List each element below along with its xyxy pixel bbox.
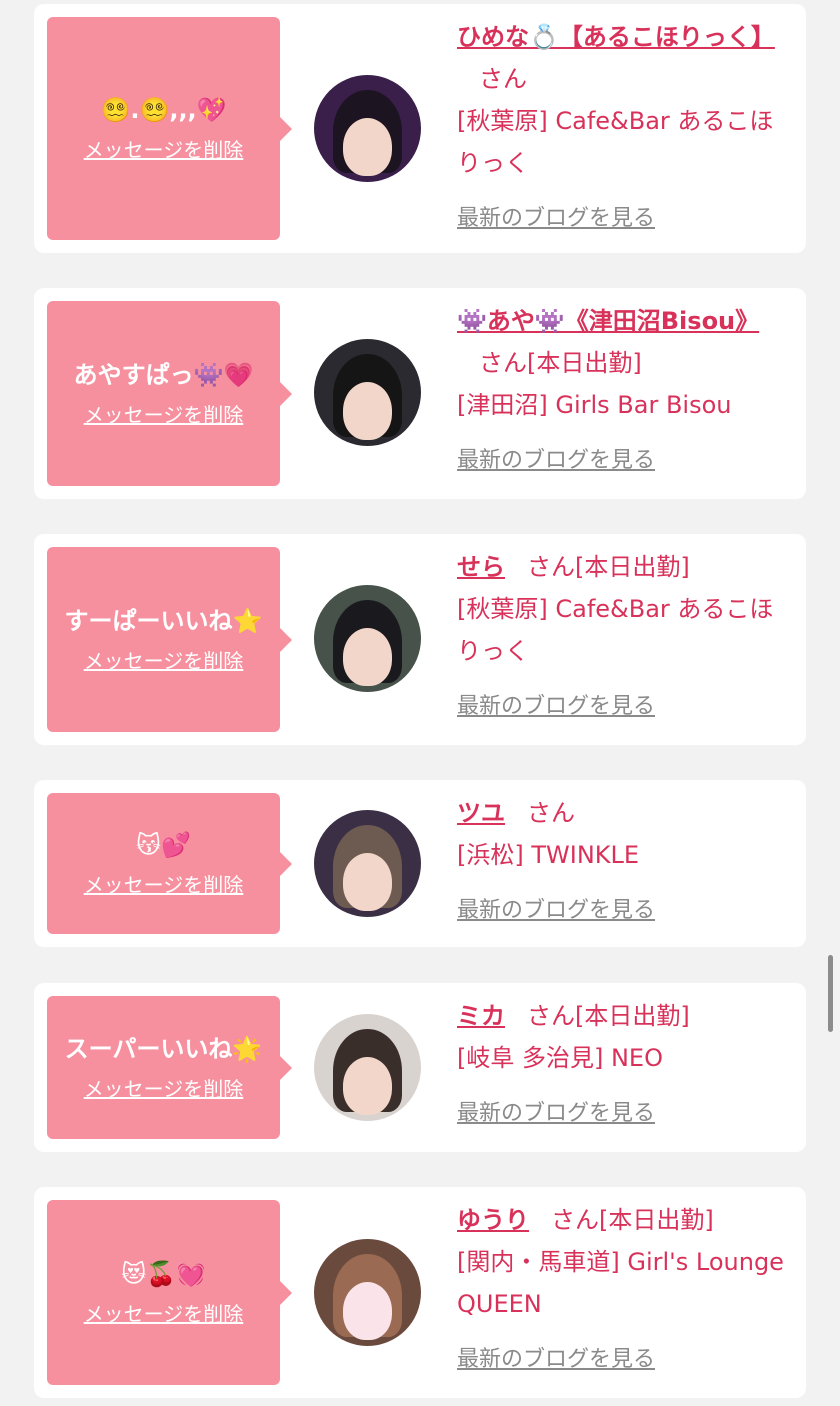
- delete-message-link[interactable]: メッセージを削除: [84, 399, 244, 428]
- message-text: 😽💕: [136, 831, 191, 859]
- delete-message-link[interactable]: メッセージを削除: [84, 1073, 244, 1102]
- shop-name: [関内・馬車道] Girl's Lounge QUEEN: [457, 1248, 784, 1318]
- avatar[interactable]: [314, 1014, 421, 1121]
- san-label: さん: [479, 65, 527, 93]
- delete-message-link[interactable]: メッセージを削除: [84, 134, 244, 163]
- message-card: 😽💕 メッセージを削除 ツユ さん [浜松] TWINKLE 最新のブログを見る: [34, 780, 806, 947]
- delete-message-link[interactable]: メッセージを削除: [84, 1298, 244, 1327]
- attendance-status: [本日出勤]: [599, 1206, 714, 1234]
- shop-name: [秋葉原] Cafe&Bar あるこほりっく: [457, 107, 774, 177]
- shop-name: [岐阜 多治見] NEO: [457, 1044, 663, 1072]
- message-card: あやすぱっ👾💗 メッセージを削除 👾あや👾《津田沼Bisou》さん[本日出勤] …: [34, 288, 806, 499]
- latest-blog-link[interactable]: 最新のブログを見る: [457, 890, 792, 932]
- message-bubble: 😽💕 メッセージを削除: [47, 793, 292, 934]
- message-text: あやすぱっ👾💗: [73, 361, 254, 389]
- shop-name: [浜松] TWINKLE: [457, 841, 640, 869]
- message-card: 😻🍒💓 メッセージを削除 ゆうり さん[本日出勤] [関内・馬車道] Girl's…: [34, 1187, 806, 1398]
- cast-name-link[interactable]: ミカ: [457, 1002, 505, 1030]
- message-bubble: 😻🍒💓 メッセージを削除: [47, 1200, 292, 1385]
- cast-name-link[interactable]: ひめな💍【あるこほりっく】: [457, 23, 775, 51]
- message-bubble: スーパーいいね🌟 メッセージを削除: [47, 996, 292, 1139]
- cast-info: ゆうり さん[本日出勤] [関内・馬車道] Girl's Lounge QUEEN…: [457, 1199, 792, 1381]
- message-text: 😵‍💫.😵‍💫,,,💖: [100, 96, 227, 124]
- san-label: さん: [527, 553, 575, 581]
- delete-message-link[interactable]: メッセージを削除: [84, 869, 244, 898]
- message-bubble: すーぱーいいね⭐️ メッセージを削除: [47, 547, 292, 732]
- message-bubble: 😵‍💫.😵‍💫,,,💖 メッセージを削除: [47, 17, 292, 240]
- avatar[interactable]: [314, 810, 421, 917]
- cast-name-link[interactable]: 👾あや👾《津田沼Bisou》: [457, 307, 759, 335]
- latest-blog-link[interactable]: 最新のブログを見る: [457, 440, 792, 482]
- scrollbar[interactable]: [828, 955, 833, 1032]
- attendance-status: [本日出勤]: [527, 349, 642, 377]
- shop-name: [津田沼] Girls Bar Bisou: [457, 391, 732, 419]
- avatar[interactable]: [314, 75, 421, 182]
- avatar[interactable]: [314, 1239, 421, 1346]
- message-bubble: あやすぱっ👾💗 メッセージを削除: [47, 301, 292, 486]
- delete-message-link[interactable]: メッセージを削除: [84, 645, 244, 674]
- message-text: スーパーいいね🌟: [64, 1035, 263, 1063]
- cast-info: 👾あや👾《津田沼Bisou》さん[本日出勤] [津田沼] Girls Bar B…: [457, 300, 792, 482]
- san-label: さん: [527, 799, 575, 827]
- message-card: スーパーいいね🌟 メッセージを削除 ミカ さん[本日出勤] [岐阜 多治見] NE…: [34, 983, 806, 1152]
- cast-info: ひめな💍【あるこほりっく】さん [秋葉原] Cafe&Bar あるこほりっく 最…: [457, 16, 792, 240]
- message-text: 😻🍒💓: [121, 1260, 206, 1288]
- message-card: すーぱーいいね⭐️ メッセージを削除 せら さん[本日出勤] [秋葉原] Cafe…: [34, 534, 806, 745]
- avatar[interactable]: [314, 585, 421, 692]
- latest-blog-link[interactable]: 最新のブログを見る: [457, 198, 792, 240]
- avatar[interactable]: [314, 339, 421, 446]
- san-label: さん: [527, 1002, 575, 1030]
- latest-blog-link[interactable]: 最新のブログを見る: [457, 686, 792, 728]
- latest-blog-link[interactable]: 最新のブログを見る: [457, 1339, 792, 1381]
- attendance-status: [本日出勤]: [575, 553, 690, 581]
- cast-name-link[interactable]: ゆうり: [457, 1206, 529, 1234]
- attendance-status: [本日出勤]: [575, 1002, 690, 1030]
- cast-name-link[interactable]: せら: [457, 553, 505, 581]
- cast-info: ミカ さん[本日出勤] [岐阜 多治見] NEO 最新のブログを見る: [457, 995, 792, 1135]
- message-text: すーぱーいいね⭐️: [64, 607, 263, 635]
- cast-info: せら さん[本日出勤] [秋葉原] Cafe&Bar あるこほりっく 最新のブログ…: [457, 546, 792, 728]
- shop-name: [秋葉原] Cafe&Bar あるこほりっく: [457, 595, 774, 665]
- latest-blog-link[interactable]: 最新のブログを見る: [457, 1093, 792, 1135]
- san-label: さん: [479, 349, 527, 377]
- san-label: さん: [551, 1206, 599, 1234]
- cast-info: ツユ さん [浜松] TWINKLE 最新のブログを見る: [457, 792, 792, 932]
- message-card: 😵‍💫.😵‍💫,,,💖 メッセージを削除 ひめな💍【あるこほりっく】さん [秋葉…: [34, 4, 806, 253]
- cast-name-link[interactable]: ツユ: [457, 799, 505, 827]
